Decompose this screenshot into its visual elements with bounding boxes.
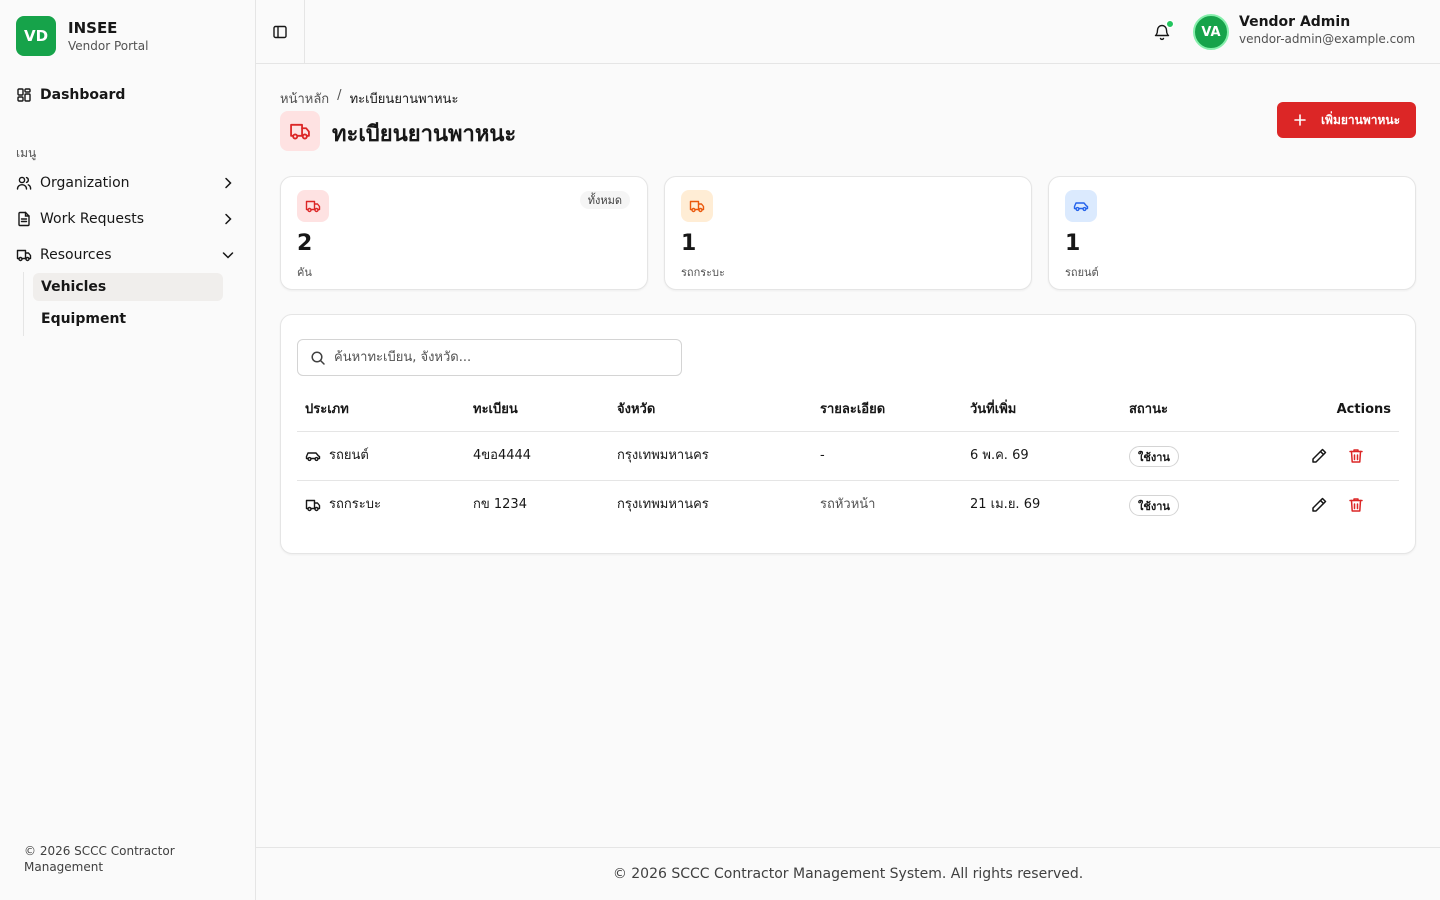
delete-button[interactable]	[1347, 496, 1365, 514]
brand-subtitle: Vendor Portal	[68, 39, 149, 53]
add-vehicle-button[interactable]: เพิ่มยานพาหนะ	[1277, 102, 1416, 138]
plate-cell: กข 1234	[473, 497, 527, 512]
sidebar-item-resources[interactable]: Resources	[8, 239, 248, 271]
column-header-actions: Actions	[1336, 402, 1391, 417]
brand-logo: VD	[16, 16, 56, 56]
status-badge: ใช้งาน	[1129, 446, 1179, 467]
car-icon	[1065, 190, 1097, 222]
type-cell: รถยนต์	[305, 432, 369, 480]
pencil-icon	[1312, 448, 1327, 463]
user-email: vendor-admin@example.com	[1239, 32, 1416, 46]
pencil-icon	[1312, 497, 1327, 512]
column-header-detail[interactable]: รายละเอียด	[820, 393, 885, 427]
truck-icon	[16, 247, 32, 263]
column-header-status[interactable]: สถานะ	[1129, 393, 1168, 427]
stat-value: 2	[297, 231, 313, 256]
notifications-button[interactable]	[1152, 20, 1174, 42]
users-icon	[16, 175, 32, 191]
type-label: รถยนต์	[329, 448, 369, 463]
stat-card-pickup: 1 รถกระบะ	[664, 176, 1032, 290]
plate-cell: 4ขอ4444	[473, 448, 532, 463]
sidebar-item-label: Organization	[40, 175, 130, 191]
truck-icon	[681, 190, 713, 222]
column-header-plate[interactable]: ทะเบียน	[473, 393, 518, 427]
top-header: VA Vendor Admin vendor-admin@example.com	[256, 0, 1440, 64]
breadcrumb-home-link[interactable]: หน้าหลัก	[280, 88, 329, 109]
stat-value: 1	[1065, 231, 1081, 256]
edit-button[interactable]	[1310, 496, 1328, 514]
column-header-date[interactable]: วันที่เพิ่ม	[970, 393, 1016, 427]
page-footer: © 2026 SCCC Contractor Management System…	[256, 847, 1440, 900]
dashboard-icon	[16, 87, 32, 103]
stat-badge: ทั้งหมด	[579, 191, 630, 209]
vehicles-table-card: ประเภท ทะเบียน จังหวัด รายละเอียด วันที่…	[280, 314, 1416, 554]
panel-left-icon	[273, 25, 287, 39]
user-avatar[interactable]: VA	[1193, 14, 1229, 50]
brand-name: INSEE	[68, 19, 118, 37]
column-header-province[interactable]: จังหวัด	[617, 393, 655, 427]
search-icon	[311, 350, 325, 365]
sidebar-item-dashboard[interactable]: Dashboard	[8, 79, 248, 111]
sidebar-footer: © 2026 SCCC Contractor Management	[24, 844, 175, 874]
type-cell: รถกระบะ	[305, 481, 381, 529]
stat-label: รถกระบะ	[681, 266, 725, 279]
chevron-down-icon	[222, 252, 234, 259]
sidebar: VD INSEE Vendor Portal Dashboard เมนู Or…	[0, 0, 256, 900]
sidebar-item-label: Work Requests	[40, 211, 145, 227]
stat-card-total: ทั้งหมด 2 คัน	[280, 176, 648, 290]
trash-icon	[1349, 449, 1363, 463]
stat-card-car: 1 รถยนต์	[1048, 176, 1416, 290]
edit-button[interactable]	[1310, 447, 1328, 465]
truck-icon	[305, 499, 321, 512]
sidebar-toggle-button[interactable]	[256, 0, 305, 64]
sidebar-subitem-vehicles[interactable]: Vehicles	[33, 273, 223, 301]
plus-icon	[1294, 114, 1306, 126]
type-label: รถกระบะ	[329, 497, 381, 512]
truck-icon	[297, 190, 329, 222]
province-cell: กรุงเทพมหานคร	[617, 497, 709, 512]
notification-dot	[1166, 20, 1174, 28]
breadcrumb-current: ทะเบียนยานพาหนะ	[349, 92, 459, 107]
sidebar-item-work-requests[interactable]: Work Requests	[8, 203, 248, 235]
chevron-right-icon	[225, 177, 232, 189]
breadcrumb-separator: /	[337, 88, 342, 103]
sidebar-item-label: Dashboard	[40, 87, 126, 103]
page-title-truck-icon	[280, 111, 320, 151]
search-input[interactable]	[334, 350, 664, 365]
user-name: Vendor Admin	[1239, 14, 1351, 30]
column-header-type[interactable]: ประเภท	[305, 393, 349, 427]
stat-value: 1	[681, 231, 697, 256]
page-title: ทะเบียนยานพาหนะ	[332, 122, 517, 147]
date-cell: 21 เม.ย. 69	[970, 497, 1041, 512]
detail-cell: -	[820, 448, 825, 463]
brand[interactable]: VD INSEE Vendor Portal	[16, 16, 148, 56]
status-badge: ใช้งาน	[1129, 495, 1179, 516]
menu-section-label: เมนู	[16, 146, 37, 160]
sidebar-item-organization[interactable]: Organization	[8, 167, 248, 199]
file-text-icon	[16, 211, 32, 227]
sidebar-subitem-equipment[interactable]: Equipment	[33, 305, 223, 333]
trash-icon	[1349, 498, 1363, 512]
stat-label: รถยนต์	[1065, 266, 1099, 279]
table-header: ประเภท ทะเบียน จังหวัด รายละเอียด วันที่…	[297, 393, 1399, 432]
detail-cell: รถหัวหน้า	[820, 497, 876, 512]
table-row[interactable]: รถกระบะ กข 1234 กรุงเทพมหานคร รถหัวหน้า …	[297, 481, 1399, 530]
search-box[interactable]	[297, 339, 682, 376]
subnav-divider	[23, 272, 24, 336]
breadcrumb: หน้าหลัก / ทะเบียนยานพาหนะ	[280, 88, 458, 109]
province-cell: กรุงเทพมหานคร	[617, 448, 709, 463]
table-row[interactable]: รถยนต์ 4ขอ4444 กรุงเทพมหานคร - 6 พ.ค. 69…	[297, 432, 1399, 481]
date-cell: 6 พ.ค. 69	[970, 448, 1029, 463]
stat-label: คัน	[297, 266, 312, 279]
sidebar-item-label: Resources	[40, 247, 112, 263]
car-icon	[305, 452, 321, 462]
delete-button[interactable]	[1347, 447, 1365, 465]
add-vehicle-label: เพิ่มยานพาหนะ	[1320, 112, 1401, 127]
chevron-right-icon	[225, 213, 232, 225]
